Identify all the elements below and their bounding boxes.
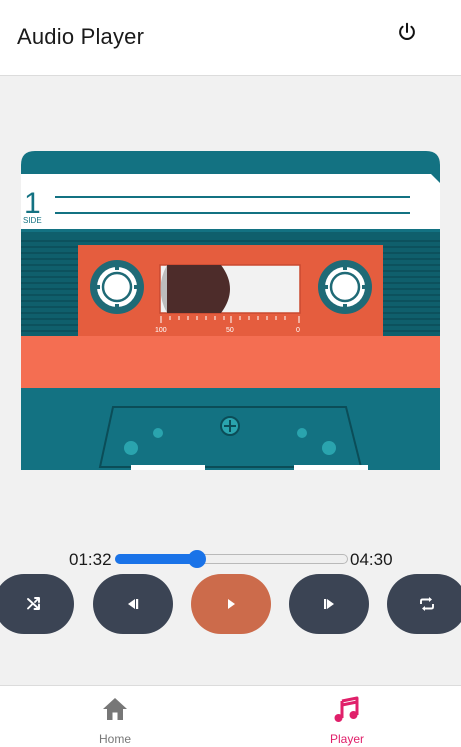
repeat-icon — [420, 597, 434, 611]
right-spool — [318, 260, 372, 314]
music-note-icon — [334, 696, 359, 722]
tape-reel — [167, 265, 230, 313]
cassette-screw — [220, 416, 240, 436]
home-icon — [103, 698, 127, 720]
nav-item-home[interactable]: Home — [0, 686, 230, 747]
nav-label-player: Player — [329, 732, 364, 746]
skip-previous-icon — [128, 599, 139, 609]
nav-label-home: Home — [98, 732, 131, 746]
power-icon — [399, 22, 415, 40]
power-button[interactable] — [393, 18, 421, 46]
previous-button[interactable] — [93, 574, 173, 634]
page-title: Audio Player — [17, 24, 145, 49]
nav-item-player[interactable]: Player — [232, 686, 461, 747]
skip-next-icon — [324, 599, 334, 609]
bottom-navigation: Home Player — [0, 685, 461, 747]
seek-thumb[interactable] — [187, 550, 206, 568]
current-time: 01:32 — [69, 550, 112, 569]
cassette-label-strip — [21, 174, 440, 229]
counter-mark-50: 50 — [226, 327, 234, 334]
app-header: Audio Player — [0, 0, 461, 76]
side-label: SIDE — [23, 216, 42, 225]
counter-mark-100: 100 — [155, 327, 167, 334]
cassette-illustration: 1 SIDE 100 50 0 — [21, 151, 440, 470]
seek-slider[interactable] — [115, 549, 348, 569]
left-spool — [90, 260, 144, 314]
play-icon — [228, 599, 235, 609]
play-button[interactable] — [191, 574, 271, 634]
cassette-label-band — [21, 336, 440, 388]
shuffle-button[interactable] — [0, 574, 74, 634]
seek-fill — [115, 554, 197, 564]
audio-player-app: Audio Player 1 SIDE 100 50 0 01:32 04:30… — [0, 0, 461, 747]
counter-mark-0: 0 — [296, 327, 300, 334]
cassette-bottom-plate — [98, 406, 363, 468]
next-button[interactable] — [289, 574, 369, 634]
shuffle-icon — [27, 597, 40, 610]
total-time: 04:30 — [350, 550, 393, 569]
repeat-button[interactable] — [387, 574, 461, 634]
